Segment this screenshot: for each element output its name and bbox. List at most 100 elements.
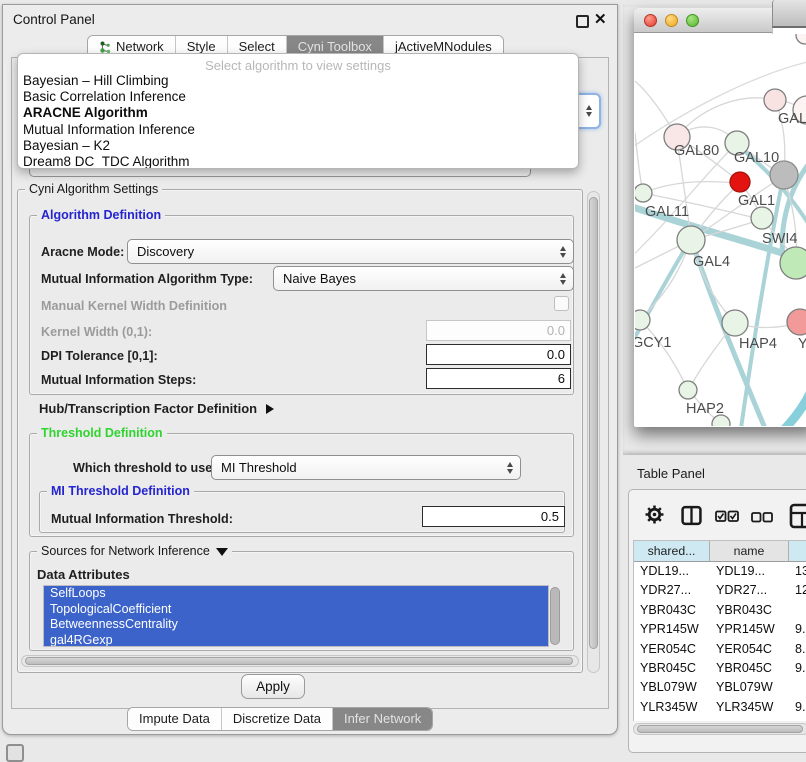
table-row-yer054c[interactable]: YER054CYER054C8. (634, 640, 806, 659)
close-icon[interactable]: ✕ (594, 10, 607, 28)
collapsed-arrow-icon[interactable] (266, 404, 274, 414)
aracne-mode-label: Aracne Mode: (41, 245, 124, 259)
sources-group-title[interactable]: Sources for Network Inference (37, 544, 232, 558)
table-cell: YIL052C (710, 717, 789, 721)
table-cell: YBR045C (710, 659, 789, 678)
algorithm-option-dream8-dc-tdc-algorithm[interactable]: Dream8 DC_TDC Algorithm (18, 154, 578, 169)
network-node-gal4[interactable] (677, 226, 705, 254)
control-panel-window: Control Panel ✕ NetworkStyleSelectCyni T… (2, 4, 618, 735)
float-icon[interactable] (576, 15, 589, 28)
which-threshold-combo[interactable]: MI Threshold (211, 455, 521, 480)
algorithm-option-aracne-algorithm[interactable]: ARACNE Algorithm (18, 105, 578, 121)
which-threshold-label: Which threshold to use: (73, 461, 216, 475)
table-row-ybr045c[interactable]: YBR045CYBR045C9. (634, 659, 806, 678)
network-node-gal1[interactable] (751, 207, 773, 229)
aracne-mode-combo[interactable]: Discovery (127, 239, 574, 264)
network-node[interactable] (730, 172, 750, 192)
settings-group-title: Cyni Algorithm Settings (25, 182, 162, 196)
table-cell: YBL079W (710, 678, 789, 697)
dropdown-placeholder: Select algorithm to view settings (18, 54, 578, 73)
network-node-gcy1[interactable] (635, 310, 650, 330)
network-node[interactable] (770, 161, 798, 189)
table-body: YDL19...YDL19...13YDR27...YDR27...12YBR0… (634, 562, 806, 721)
expanded-arrow-icon[interactable] (216, 548, 228, 556)
node-label-y: Y (798, 336, 806, 352)
list-scrollbar-thumb[interactable] (550, 587, 560, 645)
attribute-selfloops[interactable]: SelfLoops (44, 586, 548, 602)
table-row-ylr345w[interactable]: YLR345WYLR345W9. (634, 698, 806, 717)
network-node-swi4[interactable] (780, 247, 806, 279)
table-row-ydr27[interactable]: YDR27...YDR27...12 (634, 581, 806, 600)
mi-steps-label: Mutual Information Steps: (41, 373, 196, 387)
algorithm-option-bayesian-k2[interactable]: Bayesian – K2 (18, 138, 578, 154)
table-row-ypr145w[interactable]: YPR145WYPR145W9. (634, 620, 806, 639)
table-horizontal-scrollbar[interactable] (633, 723, 806, 735)
dpi-tolerance-label: DPI Tolerance [0,1]: (41, 349, 158, 363)
table-cell: 9. (789, 659, 806, 678)
table-row-ybl079w[interactable]: YBL079WYBL079W (634, 678, 806, 697)
node-table[interactable]: shared...nameA YDL19...YDL19...13YDR27..… (633, 540, 806, 721)
hub-definition-toggle[interactable]: Hub/Transcription Factor Definition (39, 401, 274, 416)
checked-columns-icon[interactable] (715, 510, 739, 523)
mac-zoom-icon[interactable] (686, 14, 699, 27)
minimized-panel-icon[interactable] (6, 744, 24, 762)
network-canvas[interactable]: GALGAL80GAL10GAL1GAL11SWI4GAL4GCY1HAP4YH… (635, 33, 806, 426)
table-row-ydl19[interactable]: YDL19...YDL19...13 (634, 562, 806, 581)
scrollbar-thumb[interactable] (25, 657, 573, 665)
mac-close-icon[interactable] (644, 14, 657, 27)
tab-discretize-data[interactable]: Discretize Data (221, 708, 332, 730)
mi-type-combo[interactable]: Naive Bayes (273, 266, 574, 291)
gear-icon[interactable] (645, 505, 664, 524)
node-label-gal80: GAL80 (674, 143, 719, 159)
network-node-y[interactable] (787, 309, 806, 335)
mi-threshold-field[interactable]: 0.5 (422, 506, 565, 527)
table-cell (789, 678, 806, 697)
network-node-gal11[interactable] (635, 184, 652, 202)
attribute-betweennesscentrality[interactable]: BetweennessCentrality (44, 617, 548, 633)
tab-impute-data[interactable]: Impute Data (128, 708, 221, 730)
dpi-tolerance-field[interactable]: 0.0 (426, 344, 571, 365)
network-node-gal[interactable] (764, 89, 786, 111)
mac-minimize-icon[interactable] (665, 14, 678, 27)
desktop: GALGAL80GAL10GAL1GAL11SWI4GAL4GCY1HAP4YH… (0, 0, 806, 762)
network-node-hap4[interactable] (722, 310, 748, 336)
node-label-gal1: GAL1 (738, 193, 775, 209)
hub-definition-label: Hub/Transcription Factor Definition (39, 401, 257, 416)
algorithm-dropdown-popup: Select algorithm to view settings Bayesi… (17, 53, 579, 169)
table-cell: YPR145W (710, 620, 789, 639)
algorithm-option-mutual-information-inference[interactable]: Mutual Information Inference (18, 122, 578, 138)
node-label-hap2: HAP2 (686, 401, 724, 417)
apply-button[interactable]: Apply (241, 674, 305, 699)
tab-infer-network[interactable]: Infer Network (332, 708, 432, 730)
mi-threshold-label: Mutual Information Threshold: (51, 512, 233, 526)
unchecked-columns-icon[interactable] (751, 512, 773, 523)
algorithm-option-bayesian-hill-climbing[interactable]: Bayesian – Hill Climbing (18, 73, 578, 89)
attribute-topologicalcoefficient[interactable]: TopologicalCoefficient (44, 602, 548, 618)
algorithm-option-basic-correlation-inference[interactable]: Basic Correlation Inference (18, 89, 578, 105)
table-cell: YLR345W (710, 698, 789, 717)
column-header-shared[interactable]: shared... (634, 541, 710, 562)
manual-kernel-checkbox[interactable] (554, 296, 569, 311)
table-cell: YIL052C (634, 717, 710, 721)
settings-vertical-scrollbar[interactable] (587, 191, 600, 673)
column-header-name[interactable]: name (710, 541, 789, 562)
sources-title-label: Sources for Network Inference (41, 544, 210, 558)
table-icon[interactable] (789, 503, 806, 529)
table-row-ybr043c[interactable]: YBR043CYBR043C (634, 601, 806, 620)
network-node[interactable] (796, 33, 806, 44)
table-header: shared...nameA (634, 541, 806, 562)
column-header-a[interactable]: A (789, 541, 806, 562)
attribute-gal4rgexp[interactable]: gal4RGexp (44, 633, 548, 648)
data-attributes-list[interactable]: SelfLoopsTopologicalCoefficientBetweenne… (43, 585, 549, 647)
combo-stepper (586, 105, 592, 117)
mi-threshold-group-title: MI Threshold Definition (47, 484, 194, 498)
split-column-icon[interactable] (681, 505, 702, 526)
scrollbar-thumb[interactable] (589, 197, 598, 649)
data-attributes-label: Data Attributes (37, 567, 130, 582)
network-node-hap2[interactable] (679, 381, 697, 399)
settings-horizontal-scrollbar[interactable] (21, 655, 579, 667)
mi-steps-field[interactable]: 6 (426, 368, 571, 389)
table-row-yil052c[interactable]: YIL052CYIL052C0. (634, 717, 806, 721)
kernel-width-field[interactable]: 0.0 (426, 320, 571, 341)
scrollbar-thumb[interactable] (637, 725, 803, 733)
